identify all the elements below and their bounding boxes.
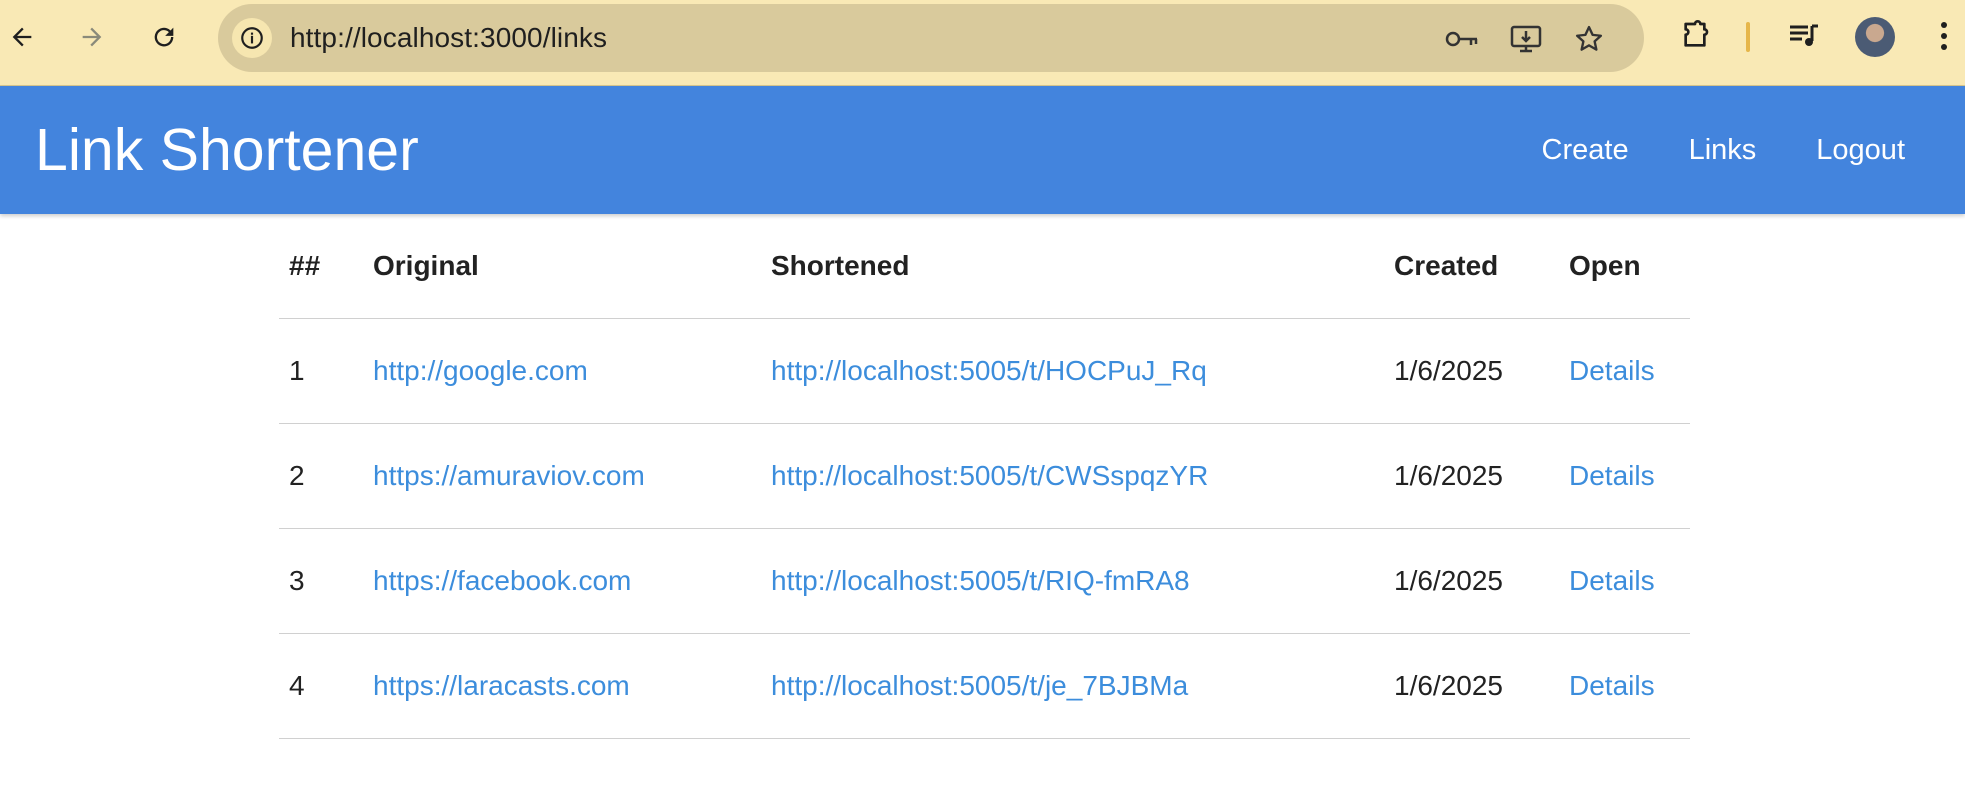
extensions-icon[interactable] <box>1677 18 1713 54</box>
created-date: 1/6/2025 <box>1384 423 1559 529</box>
table-row: 3 https://facebook.com http://localhost:… <box>279 528 1690 634</box>
address-bar[interactable]: http://localhost:3000/links <box>218 4 1644 72</box>
main-nav: Create Links Logout <box>1482 86 1905 214</box>
original-link[interactable]: http://google.com <box>373 355 588 386</box>
url-text[interactable]: http://localhost:3000/links <box>290 4 607 72</box>
shortened-link[interactable]: http://localhost:5005/t/je_7BJBMa <box>771 670 1188 701</box>
nav-create-link[interactable]: Create <box>1542 86 1629 214</box>
nav-logout-link[interactable]: Logout <box>1816 86 1905 214</box>
table-row: 4 https://laracasts.com http://localhost… <box>279 633 1690 739</box>
created-date: 1/6/2025 <box>1384 318 1559 424</box>
shortened-link[interactable]: http://localhost:5005/t/HOCPuJ_Rq <box>771 355 1207 386</box>
nav-links-link[interactable]: Links <box>1689 86 1757 214</box>
row-number: 4 <box>279 633 363 739</box>
table-header-row: ## Original Shortened Created Open <box>279 214 1690 319</box>
links-table: ## Original Shortened Created Open 1 htt… <box>279 214 1690 739</box>
forward-icon[interactable] <box>74 19 110 55</box>
row-number: 2 <box>279 423 363 529</box>
shortened-link[interactable]: http://localhost:5005/t/RIQ-fmRA8 <box>771 565 1190 596</box>
menu-icon[interactable] <box>1926 18 1962 54</box>
toolbar-divider <box>1746 22 1750 52</box>
created-date: 1/6/2025 <box>1384 528 1559 634</box>
column-header-original: Original <box>363 214 761 319</box>
original-link[interactable]: https://facebook.com <box>373 565 631 596</box>
details-link[interactable]: Details <box>1569 670 1655 701</box>
column-header-number: ## <box>279 214 363 319</box>
column-header-shortened: Shortened <box>761 214 1384 319</box>
brand-logo[interactable]: Link Shortener <box>35 86 419 214</box>
row-number: 1 <box>279 318 363 424</box>
app-header: Link Shortener Create Links Logout <box>0 86 1965 214</box>
details-link[interactable]: Details <box>1569 355 1655 386</box>
key-icon[interactable] <box>1445 22 1479 56</box>
site-info-icon[interactable] <box>232 18 272 58</box>
back-icon[interactable] <box>4 19 40 55</box>
original-link[interactable]: https://laracasts.com <box>373 670 630 701</box>
column-header-open: Open <box>1559 214 1690 319</box>
details-link[interactable]: Details <box>1569 565 1655 596</box>
row-number: 3 <box>279 528 363 634</box>
media-controls-icon[interactable] <box>1786 18 1822 54</box>
profile-avatar[interactable] <box>1855 17 1895 57</box>
reload-icon[interactable] <box>146 19 182 55</box>
column-header-created: Created <box>1384 214 1559 319</box>
table-row: 2 https://amuraviov.com http://localhost… <box>279 423 1690 529</box>
browser-toolbar: http://localhost:3000/links <box>0 0 1965 86</box>
created-date: 1/6/2025 <box>1384 633 1559 739</box>
details-link[interactable]: Details <box>1569 460 1655 491</box>
shortened-link[interactable]: http://localhost:5005/t/CWSspqzYR <box>771 460 1208 491</box>
original-link[interactable]: https://amuraviov.com <box>373 460 645 491</box>
star-icon[interactable] <box>1572 22 1606 56</box>
install-app-icon[interactable] <box>1509 22 1543 56</box>
table-row: 1 http://google.com http://localhost:500… <box>279 318 1690 424</box>
